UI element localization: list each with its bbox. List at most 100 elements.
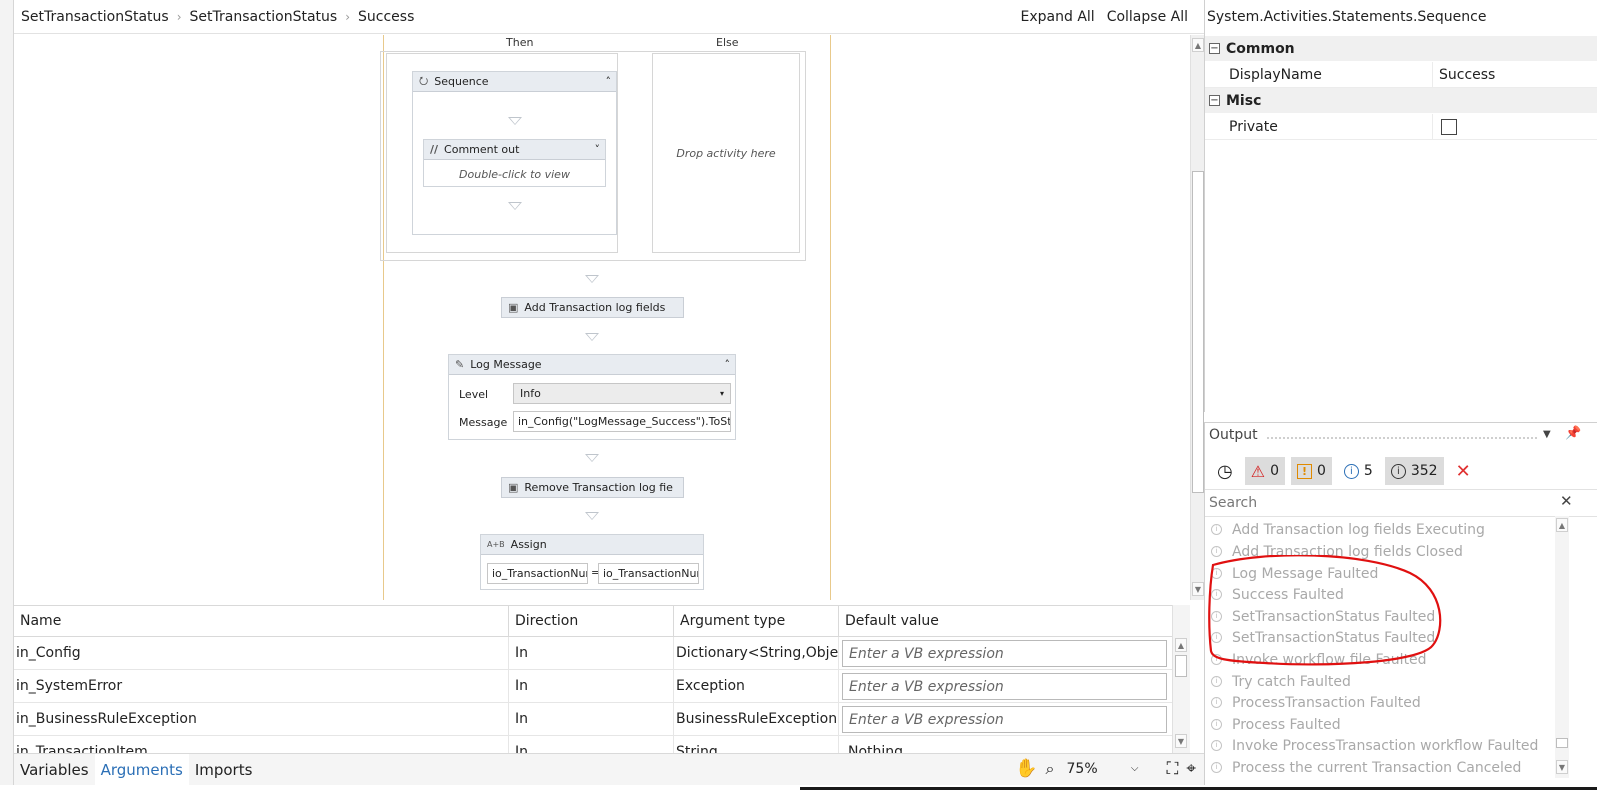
dropdown-chevron-icon: ▾ — [719, 389, 724, 398]
level-select[interactable]: Info ▾ — [513, 383, 731, 404]
clock-icon[interactable]: ◷ — [1211, 457, 1239, 485]
collapse-chevron-icon[interactable]: ˄ — [725, 358, 731, 371]
default-value-input[interactable]: Enter a VB expression — [842, 640, 1167, 667]
scroll-thumb[interactable] — [1556, 738, 1568, 748]
collapse-toggle-icon[interactable]: − — [1209, 95, 1220, 106]
arguments-panel: Name Direction Argument type Default val… — [14, 605, 1190, 753]
log-message-header[interactable]: ✎ Log Message ˄ — [449, 355, 735, 375]
table-row[interactable]: in_SystemError In Exception Enter a VB e… — [14, 670, 1174, 703]
assign-value-input[interactable]: io_TransactionNum — [598, 563, 699, 584]
assign-activity[interactable]: A+B Assign io_TransactionNum = io_Transa… — [480, 534, 704, 590]
warnings-filter[interactable]: ! 0 — [1290, 457, 1332, 485]
argument-direction[interactable]: In — [509, 670, 674, 702]
list-item[interactable]: i ProcessTransaction Faulted — [1211, 692, 1421, 713]
scroll-up-icon[interactable]: ▲ — [1192, 38, 1204, 52]
column-name[interactable]: Name — [14, 606, 509, 636]
scroll-up-icon[interactable]: ▲ — [1556, 518, 1568, 532]
errors-filter[interactable]: ⚠ 0 — [1244, 457, 1285, 485]
breadcrumb-item-parent[interactable]: SetTransactionStatus — [190, 9, 338, 25]
collapse-all-button[interactable]: Collapse All — [1107, 9, 1188, 25]
zoom-search-icon[interactable]: ⌕ — [1046, 759, 1055, 779]
output-scrollbar[interactable]: ▲ ▼ — [1555, 516, 1569, 778]
designer-canvas[interactable]: Then Else ⭮ Sequence ˄ // Comment out ˅ … — [14, 35, 1190, 600]
argument-name[interactable]: in_Config — [14, 637, 509, 669]
add-transaction-log-fields-activity[interactable]: ▣ Add Transaction log fields — [501, 297, 684, 318]
hand-pan-icon[interactable]: ✋ — [1015, 758, 1037, 779]
column-default-value[interactable]: Default value — [839, 606, 1174, 636]
property-private[interactable]: Private — [1205, 114, 1597, 140]
table-row[interactable]: in_TransactionItem In String Nothing — [14, 736, 1174, 753]
red-annotation-circle — [1208, 555, 1442, 666]
output-search-input[interactable]: Search — [1205, 489, 1597, 517]
column-argument-type[interactable]: Argument type — [674, 606, 839, 636]
activity-icon: ▣ — [508, 301, 519, 314]
panel-menu-chevron-icon[interactable]: ▼ — [1543, 429, 1551, 440]
else-branch[interactable]: Drop activity here — [652, 53, 800, 253]
argument-direction[interactable]: In — [509, 703, 674, 735]
argument-type[interactable]: Exception — [674, 670, 839, 702]
list-item[interactable]: i Add Transaction log fields Executing — [1211, 519, 1485, 540]
assign-header[interactable]: A+B Assign — [481, 535, 703, 555]
collapse-chevron-icon[interactable]: ˄ — [606, 75, 612, 88]
sequence-header[interactable]: ⭮ Sequence ˄ — [413, 72, 616, 92]
property-display-name[interactable]: DisplayName Success — [1205, 62, 1597, 88]
list-item[interactable]: i Process Faulted — [1211, 714, 1341, 735]
argument-name[interactable]: in_BusinessRuleException — [14, 703, 509, 735]
scroll-thumb[interactable] — [1175, 655, 1187, 677]
collapse-toggle-icon[interactable]: − — [1209, 43, 1220, 54]
properties-panel: System.Activities.Statements.Sequence − … — [1204, 0, 1597, 412]
overview-icon[interactable]: ⌖ — [1186, 759, 1196, 779]
scroll-up-icon[interactable]: ▲ — [1175, 638, 1187, 652]
info-filter[interactable]: i 5 — [1338, 457, 1379, 485]
scroll-thumb[interactable] — [1192, 171, 1204, 493]
default-value-input[interactable]: Enter a VB expression — [842, 673, 1167, 700]
panel-drag-grip[interactable] — [1267, 437, 1537, 441]
category-misc[interactable]: − Misc — [1205, 88, 1597, 113]
argument-direction[interactable]: In — [509, 637, 674, 669]
comment-out-activity[interactable]: // Comment out ˅ Double-click to view — [423, 139, 606, 187]
expand-all-button[interactable]: Expand All — [1021, 9, 1095, 25]
pin-icon[interactable]: 📌 — [1565, 426, 1581, 441]
log-message-activity[interactable]: ✎ Log Message ˄ Level Info ▾ Message in_… — [448, 354, 736, 440]
warning-icon: ! — [1296, 463, 1312, 479]
clear-close-icon[interactable]: ✕ — [1450, 457, 1477, 485]
argument-name[interactable]: in_TransactionItem — [14, 736, 509, 753]
tab-arguments[interactable]: Arguments — [94, 753, 189, 786]
argument-type[interactable]: String — [674, 736, 839, 753]
zoom-select[interactable]: 75% ⌵ — [1063, 761, 1143, 777]
display-name-field[interactable]: Success — [1433, 62, 1597, 87]
fit-to-screen-icon[interactable]: ⛶ — [1167, 759, 1179, 779]
warnings-count: 0 — [1316, 463, 1326, 479]
list-item[interactable]: i Process the current Transaction Cancele… — [1211, 757, 1521, 778]
table-row[interactable]: in_Config In Dictionary<String,Object En… — [14, 637, 1174, 670]
table-row[interactable]: in_BusinessRuleException In BusinessRule… — [14, 703, 1174, 736]
arguments-scrollbar[interactable]: ▲ ▼ — [1172, 605, 1190, 753]
breadcrumb-item-current[interactable]: Success — [358, 9, 414, 25]
argument-direction[interactable]: In — [509, 736, 674, 753]
argument-type[interactable]: BusinessRuleException — [674, 703, 839, 735]
tab-variables[interactable]: Variables — [14, 754, 95, 786]
scroll-down-icon[interactable]: ▼ — [1556, 760, 1568, 774]
breadcrumb-item-root[interactable]: SetTransactionStatus — [21, 9, 169, 25]
argument-name[interactable]: in_SystemError — [14, 670, 509, 702]
scroll-down-icon[interactable]: ▼ — [1192, 582, 1204, 596]
private-checkbox[interactable] — [1441, 118, 1457, 135]
comment-out-header[interactable]: // Comment out ˅ — [424, 140, 605, 160]
category-common[interactable]: − Common — [1205, 36, 1597, 61]
argument-type[interactable]: Dictionary<String,Object — [674, 637, 839, 669]
canvas-scrollbar[interactable]: ▲ ▼ — [1190, 35, 1204, 600]
scroll-down-icon[interactable]: ▼ — [1175, 734, 1187, 748]
remove-transaction-log-fields-activity[interactable]: ▣ Remove Transaction log fie — [501, 477, 684, 498]
default-value-input[interactable]: Enter a VB expression — [842, 706, 1167, 733]
close-icon[interactable]: ✕ — [1560, 492, 1573, 510]
list-item-text: Process Faulted — [1232, 716, 1341, 733]
assign-to-input[interactable]: io_TransactionNum — [487, 563, 588, 584]
column-direction[interactable]: Direction — [509, 606, 674, 636]
message-input[interactable]: in_Config("LogMessage_Success").ToString — [513, 411, 731, 432]
trace-filter[interactable]: i 352 — [1384, 457, 1444, 485]
tab-imports[interactable]: Imports — [189, 754, 259, 786]
list-item[interactable]: i Invoke ProcessTransaction workflow Faul… — [1211, 735, 1538, 756]
comment-icon: // — [430, 143, 439, 156]
default-value[interactable]: Nothing — [839, 736, 1174, 753]
expand-chevron-icon[interactable]: ˅ — [595, 143, 601, 156]
